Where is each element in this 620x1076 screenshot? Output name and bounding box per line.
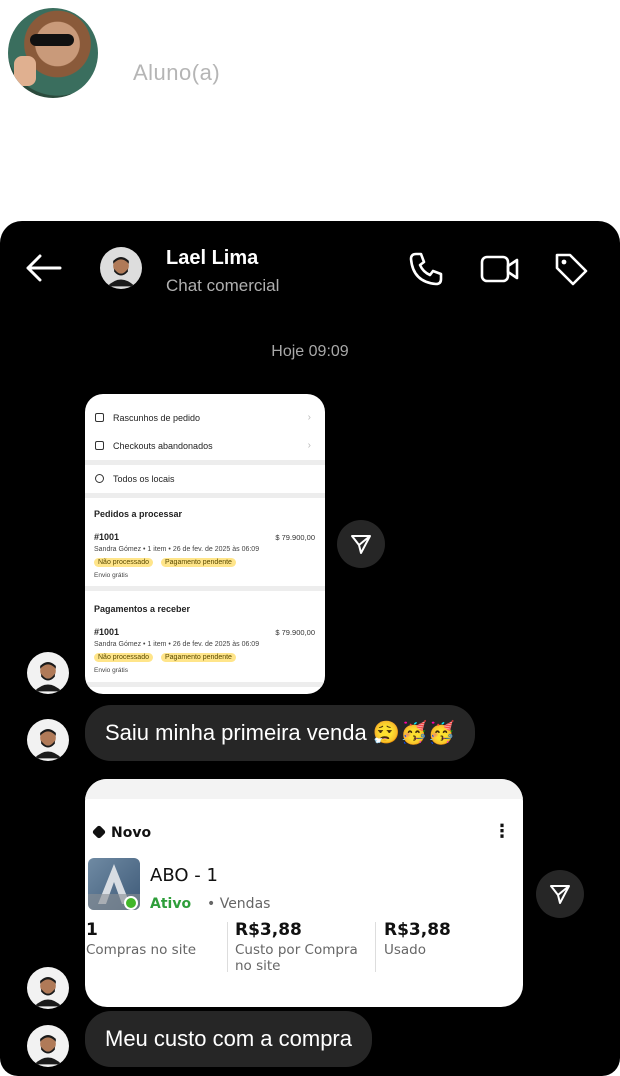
stat-label: Custo por Compra no site (235, 942, 358, 974)
ad-category: • Vendas (207, 896, 271, 912)
shared-screenshot-orders[interactable]: Rascunhos de pedido › Checkouts abandona… (85, 394, 325, 694)
order-number: #1001 (94, 627, 120, 637)
status-badge: Não processado (94, 653, 153, 662)
face-icon (34, 976, 62, 1007)
face-icon (34, 1034, 62, 1065)
divider (85, 493, 325, 498)
message-timestamp: Hoje 09:09 (271, 343, 349, 360)
chat-header: Lael Lima Chat comercial (0, 221, 620, 321)
chevron-right-icon: › (307, 412, 311, 423)
new-tag-label: Novo (111, 825, 152, 841)
ad-name: ABO - 1 (150, 865, 218, 886)
send-icon (351, 535, 371, 554)
list-item: Rascunhos de pedido › (85, 404, 325, 432)
draft-icon (95, 413, 104, 422)
back-arrow-icon[interactable] (24, 253, 62, 283)
stat-label: Compras no site (86, 942, 197, 958)
sunglasses-decoration (30, 34, 74, 46)
divider (227, 922, 228, 972)
message-bubble[interactable]: Meu custo com a compra (85, 1011, 372, 1067)
contact-name: Lael Lima (166, 247, 259, 269)
order-number: #1001 (94, 532, 120, 542)
phone-icon[interactable] (408, 251, 444, 287)
face-icon (107, 256, 135, 287)
status-badge: Pagamento pendente (161, 558, 236, 567)
contact-avatar[interactable] (100, 247, 142, 289)
ad-status: Ativo (150, 896, 192, 912)
divider (85, 586, 325, 591)
stat-spent: R$3,88 Usado (384, 920, 514, 958)
card-top-strip (85, 779, 523, 799)
sender-avatar[interactable] (27, 1025, 69, 1067)
shipping-label: Envio grátis (94, 572, 128, 579)
list-item-label: Rascunhos de pedido (113, 413, 201, 423)
more-options-icon[interactable]: ⋮ (493, 821, 511, 842)
shipping-label: Envio grátis (94, 667, 128, 674)
stat-purchases: 1 Compras no site (86, 920, 226, 958)
hand-decoration (14, 56, 36, 86)
order-amount: $ 79.900,00 (275, 533, 315, 542)
new-tag: Novo (91, 824, 152, 841)
section-title: Pedidos a processar (94, 509, 183, 519)
share-button[interactable] (337, 520, 385, 568)
message-bubble[interactable]: Saiu minha primeira venda 😮‍💨🥳🥳 (85, 705, 475, 761)
chevron-right-icon: › (307, 440, 311, 451)
tag-icon[interactable] (553, 251, 589, 287)
status-badge: Não processado (94, 558, 153, 567)
divider (375, 922, 376, 972)
contact-subtitle: Chat comercial (166, 276, 280, 295)
new-icon (91, 824, 107, 840)
shared-ad-card[interactable]: Novo ⋮ ABO - 1 Ativo • Vendas 1 Compras … (85, 779, 523, 1007)
order-amount: $ 79.900,00 (275, 628, 315, 637)
stat-cost-per-purchase: R$3,88 Custo por Compra no site (235, 920, 375, 974)
list-item: Checkouts abandonados › (85, 432, 325, 460)
chat-panel: Lael Lima Chat comercial Hoje 09:09 Rasc… (0, 221, 620, 1076)
page: Aluno(a) Lael Lima Chat comercial Hoje 0… (0, 0, 620, 1076)
order-meta: Sandra Gómez • 1 item • 26 de fev. de 20… (94, 546, 260, 553)
profile-avatar[interactable] (8, 8, 98, 98)
profile-role: Aluno(a) (133, 60, 221, 85)
stat-value: R$3,88 (235, 920, 302, 940)
face-icon (34, 661, 62, 692)
share-button[interactable] (536, 870, 584, 918)
divider (85, 682, 325, 687)
send-icon (550, 885, 570, 904)
sender-avatar[interactable] (27, 719, 69, 761)
sender-avatar[interactable] (27, 967, 69, 1009)
order-meta: Sandra Gómez • 1 item • 26 de fev. de 20… (94, 641, 260, 648)
face-icon (34, 728, 62, 759)
list-item-label: Checkouts abandonados (113, 441, 213, 451)
video-camera-icon[interactable] (480, 253, 520, 285)
stat-label: Usado (384, 942, 427, 958)
stat-value: 1 (86, 920, 98, 940)
sender-avatar[interactable] (27, 652, 69, 694)
location-pin-icon (95, 474, 104, 483)
list-item-label: Todos os locais (113, 474, 175, 484)
cart-icon (95, 441, 104, 450)
list-item: Todos os locais (85, 465, 325, 493)
status-badge: Pagamento pendente (161, 653, 236, 662)
active-status-dot (124, 896, 138, 910)
section-title: Pagamentos a receber (94, 604, 191, 614)
stat-value: R$3,88 (384, 920, 451, 940)
